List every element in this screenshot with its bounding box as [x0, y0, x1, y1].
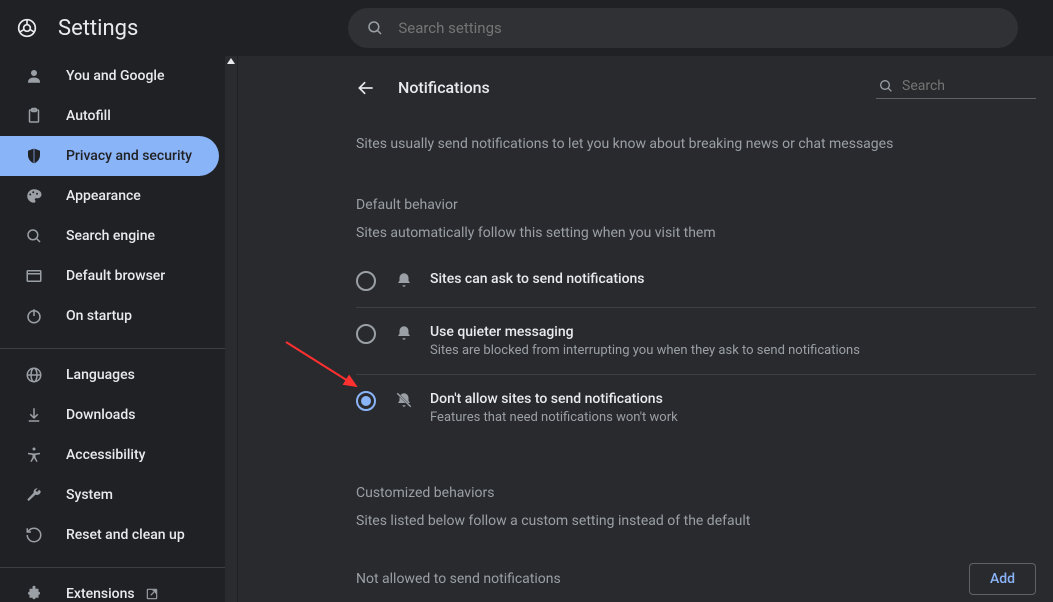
- sidebar-item-reset-and-clean-up[interactable]: Reset and clean up: [0, 515, 219, 555]
- search-icon: [366, 19, 384, 37]
- clipboard-icon: [24, 107, 44, 125]
- radio-sub: Features that need notifications won't w…: [430, 410, 1036, 425]
- globe-icon: [24, 366, 44, 384]
- annotation-arrow: [286, 342, 366, 402]
- search-icon: [24, 227, 44, 245]
- bell-icon: [394, 271, 414, 289]
- sidebar-item-on-startup[interactable]: On startup: [0, 296, 219, 336]
- section-sub: Sites automatically follow this setting …: [356, 215, 1036, 247]
- not-allowed-heading: Not allowed to send notifications: [356, 571, 561, 587]
- chrome-logo-icon: [16, 17, 38, 39]
- search-icon: [878, 78, 894, 94]
- sidebar-scrollbar[interactable]: [225, 56, 237, 602]
- open-external-icon: [145, 587, 159, 601]
- sidebar: You and Google Autofill Privacy and secu…: [0, 56, 238, 602]
- radio-sub: Sites are blocked from interrupting you …: [430, 343, 1036, 358]
- global-search-input[interactable]: [398, 19, 1000, 37]
- person-icon: [24, 67, 44, 85]
- radio-option-ask[interactable]: Sites can ask to send notifications: [356, 255, 1036, 308]
- section-heading-customized: Customized behaviors: [356, 441, 1036, 503]
- sidebar-item-label: Languages: [66, 367, 135, 383]
- sidebar-item-autofill[interactable]: Autofill: [0, 96, 219, 136]
- add-button[interactable]: Add: [969, 563, 1036, 595]
- restore-icon: [24, 526, 44, 544]
- sidebar-item-label: Search engine: [66, 228, 155, 244]
- browser-icon: [24, 267, 44, 285]
- sidebar-item-label: On startup: [66, 308, 132, 324]
- sidebar-item-privacy-and-security[interactable]: Privacy and security: [0, 136, 219, 176]
- radio-title: Don't allow sites to send notifications: [430, 391, 1036, 407]
- palette-icon: [24, 187, 44, 205]
- radio-title: Use quieter messaging: [430, 324, 1036, 340]
- radio-option-dont-allow[interactable]: Don't allow sites to send notifications …: [356, 375, 1036, 441]
- radio-input[interactable]: [356, 324, 376, 344]
- bell-off-icon: [394, 391, 414, 409]
- page-description: Sites usually send notifications to let …: [356, 107, 1036, 167]
- sidebar-item-label: Autofill: [66, 108, 111, 124]
- divider: [0, 348, 226, 349]
- page-search-input[interactable]: [902, 78, 1012, 94]
- sidebar-item-default-browser[interactable]: Default browser: [0, 256, 219, 296]
- sidebar-item-label: You and Google: [66, 68, 164, 84]
- divider: [0, 567, 226, 568]
- radio-input[interactable]: [356, 391, 376, 411]
- bell-icon: [394, 324, 414, 342]
- back-button[interactable]: [356, 78, 376, 98]
- sidebar-item-downloads[interactable]: Downloads: [0, 395, 219, 435]
- sidebar-item-extensions[interactable]: Extensions: [0, 574, 219, 602]
- accessibility-icon: [24, 446, 44, 464]
- sidebar-item-label: Privacy and security: [66, 148, 192, 164]
- sidebar-item-label: Accessibility: [66, 447, 145, 463]
- download-icon: [24, 406, 44, 424]
- sidebar-item-label: Appearance: [66, 188, 141, 204]
- wrench-icon: [24, 486, 44, 504]
- sidebar-item-you-and-google[interactable]: You and Google: [0, 56, 219, 96]
- sidebar-item-label: System: [66, 487, 113, 503]
- shield-icon: [24, 147, 44, 165]
- sidebar-item-accessibility[interactable]: Accessibility: [0, 435, 219, 475]
- sidebar-item-search-engine[interactable]: Search engine: [0, 216, 219, 256]
- radio-input[interactable]: [356, 271, 376, 291]
- section-heading-default-behavior: Default behavior: [356, 167, 1036, 215]
- section-sub: Sites listed below follow a custom setti…: [356, 503, 1036, 535]
- app-title: Settings: [58, 16, 138, 41]
- sidebar-item-label: Downloads: [66, 407, 135, 423]
- radio-option-quieter[interactable]: Use quieter messaging Sites are blocked …: [356, 308, 1036, 375]
- global-search[interactable]: [348, 8, 1018, 48]
- sidebar-item-system[interactable]: System: [0, 475, 219, 515]
- page-search[interactable]: [876, 76, 1036, 99]
- sidebar-item-languages[interactable]: Languages: [0, 355, 219, 395]
- sidebar-item-label: Default browser: [66, 268, 165, 284]
- page-title: Notifications: [398, 78, 490, 97]
- sidebar-item-label: Extensions: [66, 586, 135, 602]
- sidebar-item-appearance[interactable]: Appearance: [0, 176, 219, 216]
- sidebar-item-label: Reset and clean up: [66, 527, 185, 543]
- extension-icon: [24, 585, 44, 602]
- power-icon: [24, 307, 44, 325]
- radio-title: Sites can ask to send notifications: [430, 271, 1036, 287]
